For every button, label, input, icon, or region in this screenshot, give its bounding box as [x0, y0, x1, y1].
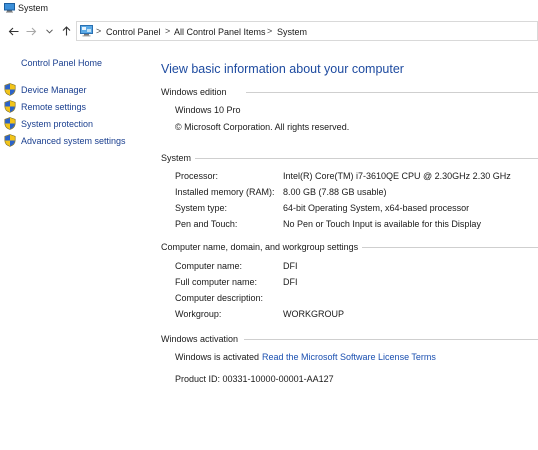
arrow-left-icon	[8, 27, 18, 35]
breadcrumb-all-items[interactable]: All Control Panel Items	[174, 27, 266, 37]
system-app-icon	[4, 3, 15, 15]
computer-name-label: Computer name:	[175, 261, 243, 271]
window-title: System	[18, 3, 49, 13]
breadcrumb-separator: >	[267, 26, 273, 36]
arrow-up-icon	[62, 26, 70, 36]
page-title: View basic information about your comput…	[161, 62, 404, 76]
section-heading: Windows activation	[161, 334, 243, 344]
activation-status: Windows is activated	[175, 352, 260, 362]
workgroup-value: WORKGROUP	[283, 309, 345, 319]
sidebar-item-label: System protection	[21, 119, 94, 129]
shield-icon	[4, 100, 16, 115]
control-panel-icon	[80, 25, 93, 39]
address-bar[interactable]: > Control Panel > All Control Panel Item…	[76, 21, 538, 41]
section-heading: Windows edition	[161, 87, 231, 97]
computer-description-label: Computer description:	[175, 293, 264, 303]
license-terms-link[interactable]: Read the Microsoft Software License Term…	[262, 352, 436, 362]
breadcrumb-separator: >	[165, 26, 171, 36]
system-type-value: 64-bit Operating System, x64-based proce…	[283, 203, 470, 213]
section-heading: Computer name, domain, and workgroup set…	[161, 242, 363, 252]
shield-icon	[4, 134, 16, 149]
recent-locations-button[interactable]	[42, 23, 56, 39]
shield-icon	[4, 117, 16, 132]
navigation-bar: > Control Panel > All Control Panel Item…	[0, 20, 538, 42]
section-divider	[244, 339, 538, 340]
shield-icon	[4, 83, 16, 98]
breadcrumb-control-panel[interactable]: Control Panel	[106, 27, 161, 37]
processor-label: Processor:	[175, 171, 219, 181]
breadcrumb-system[interactable]: System	[277, 27, 307, 37]
section-divider	[195, 158, 538, 159]
memory-label: Installed memory (RAM):	[175, 187, 275, 197]
workgroup-label: Workgroup:	[175, 309, 222, 319]
section-divider	[356, 247, 538, 248]
breadcrumb-separator: >	[96, 26, 102, 36]
back-button[interactable]	[6, 23, 20, 39]
sidebar-item-label: Device Manager	[21, 85, 87, 95]
up-button[interactable]	[59, 23, 73, 39]
memory-value: 8.00 GB (7.88 GB usable)	[283, 187, 387, 197]
section-heading: System	[161, 153, 196, 163]
title-bar: System	[0, 0, 538, 18]
sidebar-item-label: Advanced system settings	[21, 136, 126, 146]
control-panel-home-link[interactable]: Control Panel Home	[21, 58, 102, 68]
pen-touch-label: Pen and Touch:	[175, 219, 238, 229]
chevron-down-icon	[45, 28, 53, 34]
processor-value: Intel(R) Core(TM) i7-3610QE CPU @ 2.30GH…	[283, 171, 511, 181]
full-computer-name-value: DFI	[283, 277, 298, 287]
sidebar-item-label: Remote settings	[21, 102, 87, 112]
section-divider	[246, 92, 538, 93]
full-computer-name-label: Full computer name:	[175, 277, 258, 287]
forward-button[interactable]	[24, 23, 38, 39]
pen-touch-value: No Pen or Touch Input is available for t…	[283, 219, 481, 229]
computer-name-value: DFI	[283, 261, 298, 271]
arrow-right-icon	[26, 27, 36, 35]
windows-edition-value: Windows 10 Pro	[175, 105, 241, 115]
product-id: Product ID: 00331-10000-00001-AA127	[175, 374, 334, 384]
system-type-label: System type:	[175, 203, 228, 213]
copyright-text: © Microsoft Corporation. All rights rese…	[175, 122, 350, 132]
